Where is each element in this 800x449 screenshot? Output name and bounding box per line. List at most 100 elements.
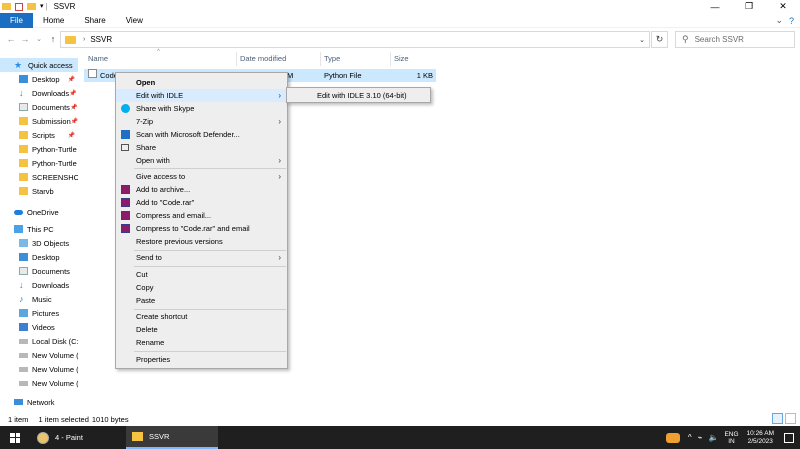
language-indicator[interactable]: ENG IN: [724, 431, 738, 445]
nav-music[interactable]: ♪ Music: [0, 292, 78, 306]
menu-share[interactable]: Share: [116, 141, 287, 154]
menu-edit-with-idle[interactable]: Edit with IDLE ›: [116, 89, 287, 102]
menu-paste[interactable]: Paste: [116, 294, 287, 307]
pin-icon: 📌: [67, 76, 75, 83]
nav-downloads-pinned[interactable]: ↓ Downloads 📌: [0, 86, 78, 100]
window-title: SSVR: [53, 2, 76, 11]
menu-7zip[interactable]: 7-Zip ›: [116, 115, 287, 128]
menu-create-shortcut[interactable]: Create shortcut: [116, 310, 287, 323]
nav-python-turtle-2[interactable]: Python-Turtle: [0, 156, 78, 170]
nav-local-disk[interactable]: Local Disk (C:): [0, 334, 78, 348]
nav-documents-pinned[interactable]: Documents 📌: [0, 100, 78, 114]
submenu-idle-310[interactable]: Edit with IDLE 3.10 (64-bit): [317, 91, 407, 100]
column-header-type[interactable]: Type: [320, 51, 390, 67]
recent-locations-button[interactable]: ⌄: [32, 35, 46, 43]
menu-copy[interactable]: Copy: [116, 281, 287, 294]
nav-new-volume-3[interactable]: New Volume (: [0, 376, 78, 390]
paint-icon: [37, 431, 49, 444]
refresh-button[interactable]: ↻: [651, 31, 668, 48]
minimize-button[interactable]: —: [698, 0, 732, 13]
menu-delete[interactable]: Delete: [116, 323, 287, 336]
address-dropdown-icon[interactable]: ⌄: [639, 36, 645, 44]
nav-starvb[interactable]: Starvb: [0, 184, 78, 198]
menu-add-to-code-rar[interactable]: Add to "Code.rar": [116, 196, 287, 209]
maximize-button[interactable]: ❐: [732, 0, 766, 13]
menu-cut[interactable]: Cut: [116, 268, 287, 281]
menu-restore-previous[interactable]: Restore previous versions: [116, 235, 287, 248]
breadcrumb-ssvr[interactable]: SSVR: [90, 35, 112, 44]
properties-icon[interactable]: [15, 2, 23, 11]
tab-view[interactable]: View: [116, 13, 153, 28]
column-header-name[interactable]: Name: [84, 51, 236, 67]
column-header-date[interactable]: Date modified: [236, 51, 320, 67]
expand-ribbon-chevron-icon[interactable]: ⌄: [775, 15, 783, 26]
submenu-edit-with-idle: Edit with IDLE 3.10 (64-bit): [286, 87, 431, 103]
submenu-arrow-icon: ›: [278, 172, 281, 181]
nav-submission[interactable]: Submission 📌: [0, 114, 78, 128]
large-icons-view-icon[interactable]: [785, 413, 796, 424]
menu-open[interactable]: Open: [116, 76, 287, 89]
details-view-icon[interactable]: [772, 413, 783, 424]
nav-3d-objects[interactable]: 3D Objects: [0, 236, 78, 250]
customize-toolbar-icon[interactable]: ▾: [40, 0, 44, 13]
nav-label: Python-Turtle: [32, 144, 77, 154]
address-bar[interactable]: › SSVR ⌄: [60, 31, 650, 48]
menu-label: Add to "Code.rar": [136, 198, 195, 207]
menu-compress-rar-email[interactable]: Compress to "Code.rar" and email: [116, 222, 287, 235]
menu-add-to-archive[interactable]: Add to archive...: [116, 183, 287, 196]
search-box[interactable]: ⚲ Search SSVR: [675, 31, 795, 48]
nav-new-volume-1[interactable]: New Volume (: [0, 348, 78, 362]
menu-share-with-skype[interactable]: Share with Skype: [116, 102, 287, 115]
taskbar-app-paint[interactable]: 4 - Paint: [31, 426, 123, 449]
nav-quick-access[interactable]: ★ Quick access: [0, 58, 78, 72]
weather-icon[interactable]: [665, 432, 680, 443]
close-button[interactable]: ✕: [766, 0, 800, 13]
nav-onedrive[interactable]: OneDrive: [0, 205, 78, 219]
quick-access-toolbar: ▾: [0, 0, 44, 13]
up-button[interactable]: ↑: [46, 34, 60, 44]
folder-icon: [19, 117, 28, 125]
taskbar-app-explorer[interactable]: SSVR: [126, 426, 218, 449]
menu-scan-defender[interactable]: Scan with Microsoft Defender...: [116, 128, 287, 141]
clock-date: 2/5/2023: [747, 437, 773, 445]
clock[interactable]: 10:26 AM 2/5/2023: [747, 430, 774, 446]
nav-desktop[interactable]: Desktop: [0, 250, 78, 264]
nav-this-pc[interactable]: This PC: [0, 222, 78, 236]
network-icon[interactable]: ⌁: [698, 433, 703, 442]
back-button[interactable]: ←: [4, 34, 18, 44]
nav-pictures[interactable]: Pictures: [0, 306, 78, 320]
volume-icon[interactable]: 🔈: [708, 433, 718, 442]
nav-network[interactable]: Network: [0, 395, 78, 409]
menu-open-with[interactable]: Open with ›: [116, 154, 287, 167]
tab-home[interactable]: Home: [33, 13, 74, 28]
start-button[interactable]: [0, 426, 30, 449]
tray-chevron-icon[interactable]: ^: [688, 433, 692, 442]
menu-compress-email[interactable]: Compress and email...: [116, 209, 287, 222]
nav-label: New Volume (: [32, 364, 78, 374]
nav-python-turtle-1[interactable]: Python-Turtle: [0, 142, 78, 156]
tab-share[interactable]: Share: [74, 13, 115, 28]
menu-give-access[interactable]: Give access to ›: [116, 170, 287, 183]
menu-properties[interactable]: Properties: [116, 353, 287, 366]
nav-downloads[interactable]: ↓ Downloads: [0, 278, 78, 292]
menu-rename[interactable]: Rename: [116, 336, 287, 349]
nav-label: Submission: [32, 116, 71, 126]
column-header-size[interactable]: Size: [390, 51, 436, 67]
nav-new-volume-2[interactable]: New Volume (: [0, 362, 78, 376]
help-icon[interactable]: ?: [789, 16, 794, 26]
notifications-icon[interactable]: [784, 432, 794, 443]
nav-desktop-pinned[interactable]: Desktop 📌: [0, 72, 78, 86]
menu-label: Share with Skype: [136, 104, 195, 113]
nav-videos[interactable]: Videos: [0, 320, 78, 334]
folder-icon: [19, 145, 28, 153]
breadcrumb-separator-icon: ›: [83, 36, 86, 43]
forward-button[interactable]: →: [18, 34, 32, 44]
nav-screenshots[interactable]: SCREENSHOTS: [0, 170, 78, 184]
nav-scripts[interactable]: Scripts 📌: [0, 128, 78, 142]
new-folder-icon[interactable]: [27, 3, 36, 10]
winrar-icon: [121, 185, 130, 194]
nav-documents[interactable]: Documents: [0, 264, 78, 278]
tab-file[interactable]: File: [0, 12, 33, 28]
onedrive-icon: [14, 209, 23, 215]
menu-send-to[interactable]: Send to ›: [116, 251, 287, 264]
